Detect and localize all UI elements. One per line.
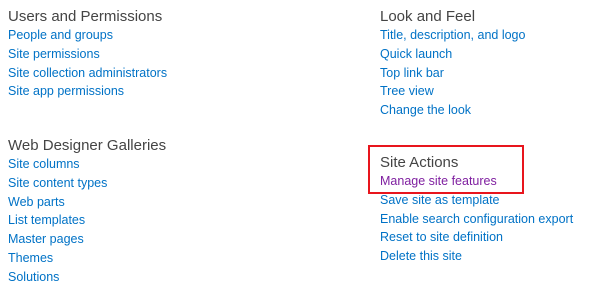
look-and-feel-section: Look and Feel Title, description, and lo…: [380, 8, 525, 120]
list-templates-link[interactable]: List templates: [8, 211, 166, 230]
solutions-link[interactable]: Solutions: [8, 268, 166, 287]
manage-site-features-link[interactable]: Manage site features: [380, 172, 573, 191]
users-and-permissions-links: People and groups Site permissions Site …: [8, 26, 167, 101]
delete-this-site-link[interactable]: Delete this site: [380, 247, 573, 266]
change-the-look-link[interactable]: Change the look: [380, 101, 525, 120]
title-description-logo-link[interactable]: Title, description, and logo: [380, 26, 525, 45]
site-permissions-link[interactable]: Site permissions: [8, 45, 167, 64]
users-and-permissions-heading: Users and Permissions: [8, 8, 163, 25]
master-pages-link[interactable]: Master pages: [8, 230, 166, 249]
site-collection-administrators-link[interactable]: Site collection administrators: [8, 64, 167, 83]
enable-search-configuration-export-link[interactable]: Enable search configuration export: [380, 210, 573, 229]
site-app-permissions-link[interactable]: Site app permissions: [8, 82, 167, 101]
users-and-permissions-section: Users and Permissions People and groups …: [8, 8, 167, 101]
web-parts-link[interactable]: Web parts: [8, 193, 166, 212]
site-actions-section: Site Actions Manage site features Save s…: [380, 154, 574, 266]
look-and-feel-links: Title, description, and logo Quick launc…: [380, 26, 525, 120]
site-content-types-link[interactable]: Site content types: [8, 174, 166, 193]
save-site-as-template-label: Save site as template: [380, 192, 500, 207]
save-site-as-template-link[interactable]: Save site as template: [380, 190, 574, 210]
tree-view-link[interactable]: Tree view: [380, 82, 525, 101]
web-designer-galleries-links: Site columns Site content types Web part…: [8, 155, 166, 287]
web-designer-galleries-heading: Web Designer Galleries: [8, 137, 167, 154]
site-actions-heading: Site Actions: [380, 154, 459, 171]
look-and-feel-heading: Look and Feel: [380, 8, 476, 25]
quick-launch-link[interactable]: Quick launch: [380, 45, 525, 64]
web-designer-galleries-section: Web Designer Galleries Site columns Site…: [8, 137, 166, 287]
reset-to-site-definition-link[interactable]: Reset to site definition: [380, 228, 573, 247]
themes-link[interactable]: Themes: [8, 249, 166, 268]
top-link-bar-link[interactable]: Top link bar: [380, 64, 525, 83]
site-actions-links: Manage site features Save site as templa…: [380, 172, 574, 266]
highlight-overlap-mask: [380, 190, 574, 195]
people-and-groups-link[interactable]: People and groups: [8, 26, 167, 45]
site-columns-link[interactable]: Site columns: [8, 155, 166, 174]
